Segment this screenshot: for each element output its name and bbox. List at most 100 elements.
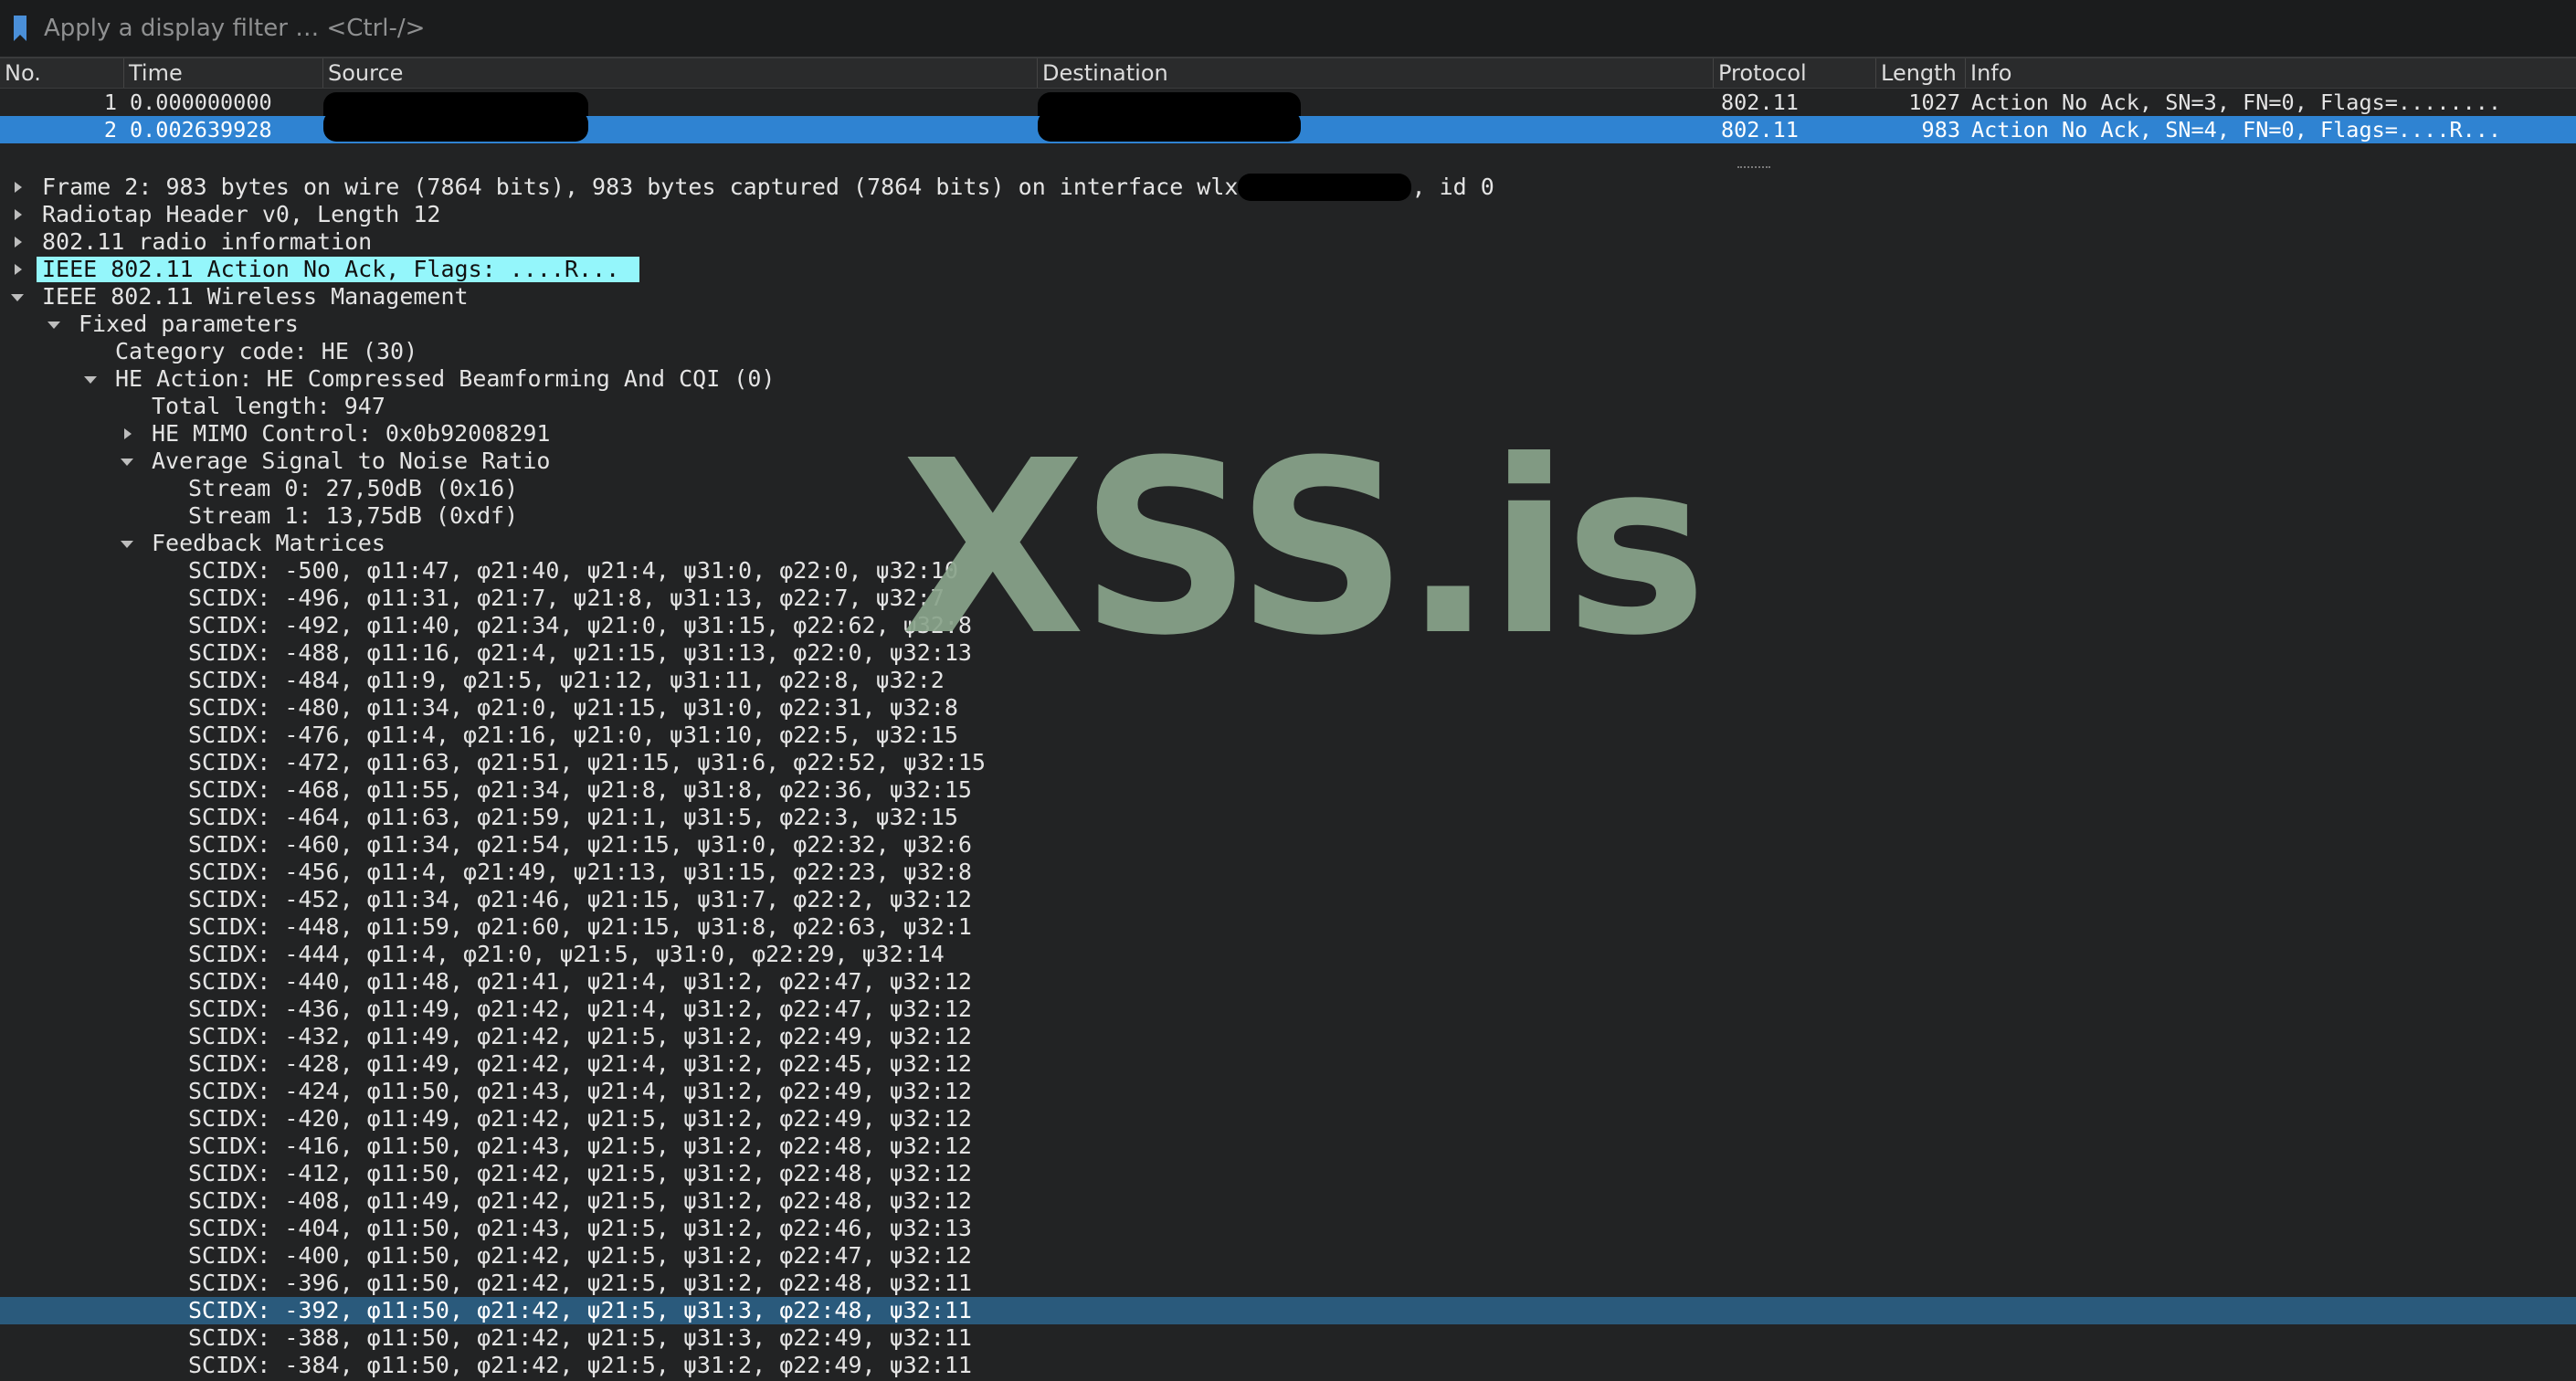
tree-row-fixed-params[interactable]: Fixed parameters [0,311,2576,338]
tree-label: SCIDX: -404, φ11:50, φ21:43, ψ21:5, ψ31:… [188,1215,972,1241]
tree-row-stream-1[interactable]: Stream 1: 13,75dB (0xdf) [0,502,2576,530]
tree-row-scidx[interactable]: SCIDX: -468, φ11:55, φ21:34, ψ21:8, ψ31:… [0,776,2576,804]
tree-label: 802.11 radio information [42,228,373,255]
tree-row-scidx[interactable]: SCIDX: -440, φ11:48, φ21:41, ψ21:4, ψ31:… [0,968,2576,996]
tree-label: SCIDX: -416, φ11:50, φ21:43, ψ21:5, ψ31:… [188,1133,972,1159]
expand-arrow-icon[interactable] [15,264,22,275]
expand-arrow-icon[interactable] [15,209,22,220]
column-header-protocol[interactable]: Protocol [1714,58,1876,88]
tree-row-frame[interactable]: Frame 2: 983 bytes on wire (7864 bits), … [0,174,2576,201]
tree-row-scidx[interactable]: SCIDX: -472, φ11:63, φ21:51, ψ21:15, ψ31… [0,749,2576,776]
tree-row-scidx[interactable]: SCIDX: -388, φ11:50, φ21:42, ψ21:5, ψ31:… [0,1324,2576,1352]
tree-row-scidx[interactable]: SCIDX: -420, φ11:49, φ21:42, ψ21:5, ψ31:… [0,1105,2576,1133]
display-filter-input[interactable] [44,10,2576,47]
tree-label: SCIDX: -424, φ11:50, φ21:43, ψ21:4, ψ31:… [188,1078,972,1104]
redaction-mark [1238,174,1412,201]
collapse-arrow-icon[interactable] [48,322,60,329]
tree-row-scidx[interactable]: SCIDX: -464, φ11:63, φ21:59, ψ21:1, ψ31:… [0,804,2576,831]
tree-row-scidx-selected[interactable]: SCIDX: -392, φ11:50, φ21:42, ψ21:5, ψ31:… [0,1297,2576,1324]
packet-protocol: 802.11 [1721,117,1799,142]
collapse-arrow-icon[interactable] [11,294,24,301]
bookmark-icon[interactable] [13,15,27,42]
column-header-source[interactable]: Source [323,58,1038,88]
tree-row-scidx[interactable]: SCIDX: -496, φ11:31, φ21:7, ψ21:8, ψ31:1… [0,585,2576,612]
tree-row-scidx[interactable]: SCIDX: -460, φ11:34, φ21:54, ψ21:15, ψ31… [0,831,2576,859]
packet-row[interactable]: 1 0.000000000 802.11 1027 Action No Ack,… [0,89,2576,116]
tree-label: SCIDX: -476, φ11:4, φ21:16, ψ21:0, ψ31:1… [188,722,958,748]
tree-row-scidx[interactable]: SCIDX: -424, φ11:50, φ21:43, ψ21:4, ψ31:… [0,1078,2576,1105]
tree-label: SCIDX: -488, φ11:16, φ21:4, ψ21:15, ψ31:… [188,639,972,666]
packet-length: 983 [1921,117,1960,142]
packet-no: 1 [103,90,117,115]
collapse-arrow-icon[interactable] [84,376,97,384]
tree-row-avg-snr[interactable]: Average Signal to Noise Ratio [0,448,2576,475]
tree-row-scidx[interactable]: SCIDX: -500, φ11:47, φ21:40, ψ21:4, ψ31:… [0,557,2576,585]
tree-row-stream-0[interactable]: Stream 0: 27,50dB (0x16) [0,475,2576,502]
column-header-info[interactable]: Info [1966,58,2576,88]
tree-label: Fixed parameters [79,311,299,337]
tree-row-scidx[interactable]: SCIDX: -444, φ11:4, φ21:0, ψ21:5, ψ31:0,… [0,941,2576,968]
tree-label: SCIDX: -452, φ11:34, φ21:46, ψ21:15, ψ31… [188,886,972,912]
packet-list: No. Time Source Destination Protocol Len… [0,58,2576,159]
expand-arrow-icon[interactable] [15,237,22,248]
tree-row-feedback-matrices[interactable]: Feedback Matrices [0,530,2576,557]
tree-row-scidx[interactable]: SCIDX: -484, φ11:9, φ21:5, ψ21:12, ψ31:1… [0,667,2576,694]
tree-label: SCIDX: -492, φ11:40, φ21:34, ψ21:0, ψ31:… [188,612,972,638]
tree-row-scidx[interactable]: SCIDX: -396, φ11:50, φ21:42, ψ21:5, ψ31:… [0,1270,2576,1297]
tree-row-scidx[interactable]: SCIDX: -432, φ11:49, φ21:42, ψ21:5, ψ31:… [0,1023,2576,1050]
tree-row-scidx[interactable]: SCIDX: -448, φ11:59, φ21:60, ψ21:15, ψ31… [0,913,2576,941]
tree-row-scidx[interactable]: SCIDX: -384, φ11:50, φ21:42, ψ21:5, ψ31:… [0,1352,2576,1379]
collapse-arrow-icon[interactable] [121,459,133,466]
tree-label: SCIDX: -408, φ11:49, φ21:42, ψ21:5, ψ31:… [188,1187,972,1214]
tree-label: SCIDX: -496, φ11:31, φ21:7, ψ21:8, ψ31:1… [188,585,945,611]
tree-label: SCIDX: -456, φ11:4, φ21:49, ψ21:13, ψ31:… [188,859,972,885]
expand-arrow-icon[interactable] [124,428,132,439]
tree-label: SCIDX: -388, φ11:50, φ21:42, ψ21:5, ψ31:… [188,1324,972,1351]
tree-label: SCIDX: -400, φ11:50, φ21:42, ψ21:5, ψ31:… [188,1242,972,1269]
pane-splitter[interactable] [0,161,2576,174]
splitter-grip-icon[interactable] [1737,166,1770,172]
collapse-arrow-icon[interactable] [121,541,133,548]
tree-row-total-length[interactable]: Total length: 947 [0,393,2576,420]
column-header-destination[interactable]: Destination [1038,58,1714,88]
display-filter-bar [0,0,2576,58]
tree-row-scidx[interactable]: SCIDX: -488, φ11:16, φ21:4, ψ21:15, ψ31:… [0,639,2576,667]
tree-row-scidx[interactable]: SCIDX: -480, φ11:34, φ21:0, ψ21:15, ψ31:… [0,694,2576,722]
packet-row-selected[interactable]: 2 0.002639928 802.11 983 Action No Ack, … [0,116,2576,143]
expand-arrow-icon[interactable] [15,182,22,193]
tree-label: SCIDX: -500, φ11:47, φ21:40, ψ21:4, ψ31:… [188,557,958,584]
tree-row-scidx[interactable]: SCIDX: -436, φ11:49, φ21:42, ψ21:4, ψ31:… [0,996,2576,1023]
tree-row-radiotap[interactable]: Radiotap Header v0, Length 12 [0,201,2576,228]
tree-row-wireless-mgmt[interactable]: IEEE 802.11 Wireless Management [0,283,2576,311]
tree-row-scidx[interactable]: SCIDX: -476, φ11:4, φ21:16, ψ21:0, ψ31:1… [0,722,2576,749]
tree-row-scidx[interactable]: SCIDX: -452, φ11:34, φ21:46, ψ21:15, ψ31… [0,886,2576,913]
column-header-length[interactable]: Length [1876,58,1966,88]
packet-no: 2 [103,117,117,142]
tree-label: SCIDX: -436, φ11:49, φ21:42, ψ21:4, ψ31:… [188,996,972,1022]
tree-label: SCIDX: -468, φ11:55, φ21:34, ψ21:8, ψ31:… [188,776,972,803]
tree-row-action-highlighted[interactable]: IEEE 802.11 Action No Ack, Flags: ....R.… [0,256,2576,283]
redaction-mark [1038,116,1301,142]
tree-row-scidx[interactable]: SCIDX: -416, φ11:50, φ21:43, ψ21:5, ψ31:… [0,1133,2576,1160]
tree-row-mimo-control[interactable]: HE MIMO Control: 0x0b92008291 [0,420,2576,448]
tree-row-scidx[interactable]: SCIDX: -412, φ11:50, φ21:42, ψ21:5, ψ31:… [0,1160,2576,1187]
feedback-matrix-list: SCIDX: -500, φ11:47, φ21:40, ψ21:4, ψ31:… [0,557,2576,1379]
column-header-no[interactable]: No. [0,58,124,88]
tree-label: SCIDX: -480, φ11:34, φ21:0, ψ21:15, ψ31:… [188,694,958,721]
tree-row-scidx[interactable]: SCIDX: -456, φ11:4, φ21:49, ψ21:13, ψ31:… [0,859,2576,886]
tree-row-scidx[interactable]: SCIDX: -404, φ11:50, φ21:43, ψ21:5, ψ31:… [0,1215,2576,1242]
tree-row-scidx[interactable]: SCIDX: -400, φ11:50, φ21:42, ψ21:5, ψ31:… [0,1242,2576,1270]
packet-source [323,89,1038,116]
packet-info: Action No Ack, SN=4, FN=0, Flags=....R..… [1971,117,2502,142]
redaction-mark [1038,92,1301,116]
tree-row-radio-info[interactable]: 802.11 radio information [0,228,2576,256]
tree-row-scidx[interactable]: SCIDX: -492, φ11:40, φ21:34, ψ21:0, ψ31:… [0,612,2576,639]
tree-label: SCIDX: -484, φ11:9, φ21:5, ψ21:12, ψ31:1… [188,667,945,693]
tree-label: Feedback Matrices [152,530,385,556]
tree-row-scidx[interactable]: SCIDX: -428, φ11:49, φ21:42, ψ21:4, ψ31:… [0,1050,2576,1078]
tree-row-category[interactable]: Category code: HE (30) [0,338,2576,365]
packet-length: 1027 [1908,90,1960,115]
column-header-time[interactable]: Time [124,58,323,88]
tree-row-he-action[interactable]: HE Action: HE Compressed Beamforming And… [0,365,2576,393]
tree-row-scidx[interactable]: SCIDX: -408, φ11:49, φ21:42, ψ21:5, ψ31:… [0,1187,2576,1215]
